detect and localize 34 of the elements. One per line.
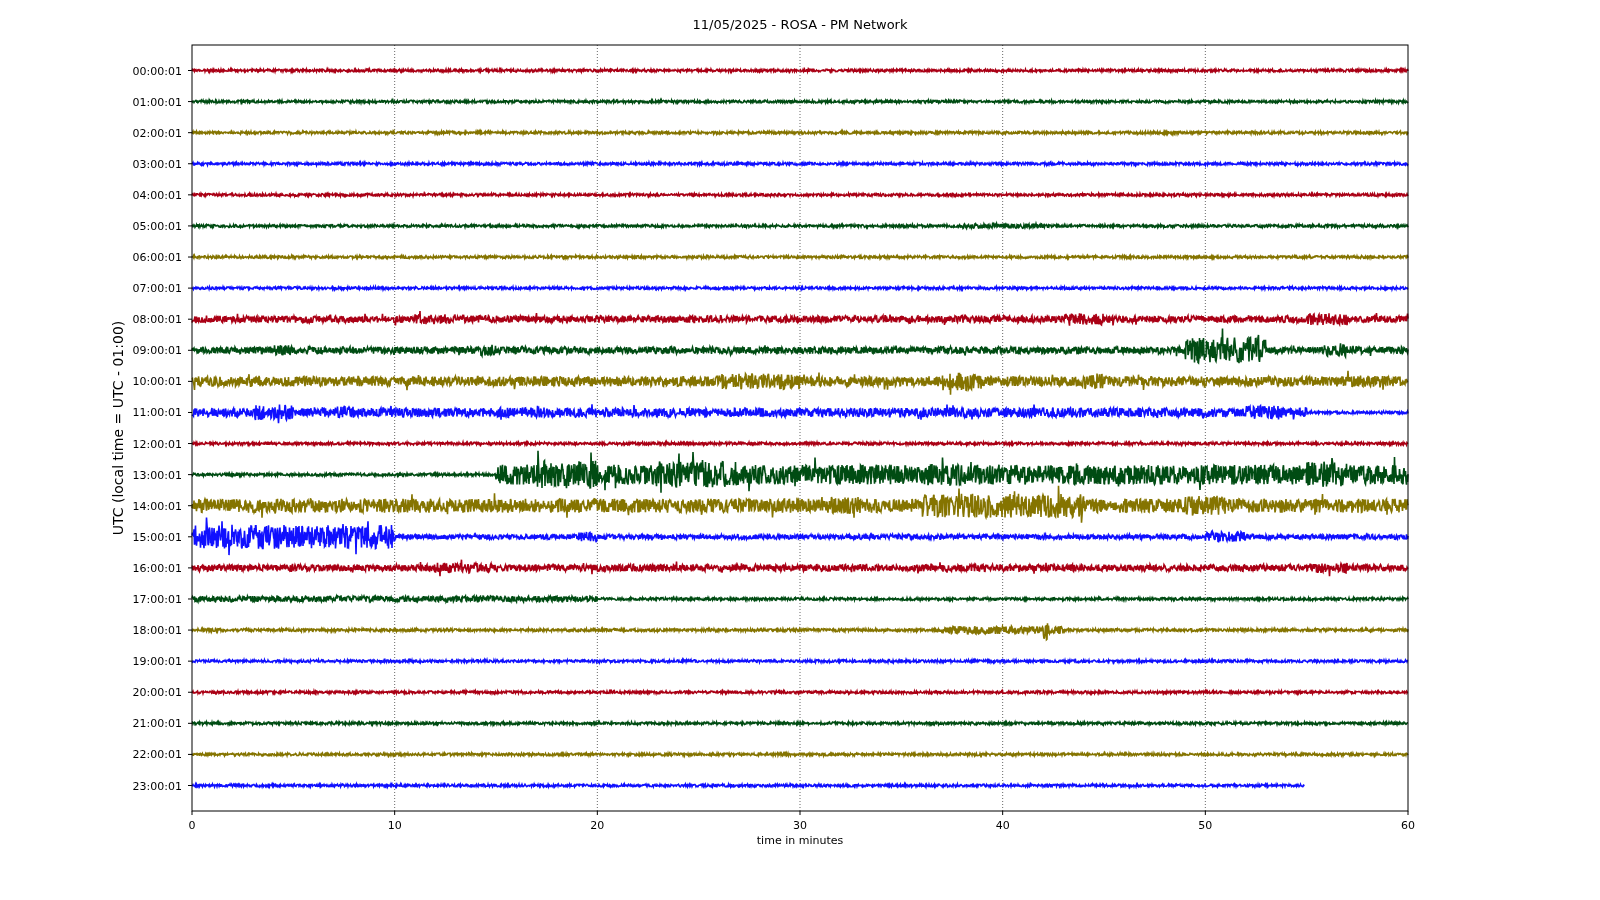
x-tick-label: 20 — [590, 819, 605, 832]
trace-time-label: 14:00:01 — [132, 499, 182, 513]
trace-time-label: 05:00:01 — [132, 219, 182, 233]
trace-time-label: 17:00:01 — [132, 593, 182, 606]
x-tick-label: 30 — [793, 819, 807, 832]
trace-time-label: 12:00:01 — [132, 437, 182, 451]
trace-time-label: 07:00:01 — [132, 282, 182, 296]
trace-time-label: 21:00:01 — [132, 717, 182, 731]
x-tick-label: 50 — [1198, 819, 1213, 832]
x-tick-label: 40 — [995, 819, 1010, 832]
trace-time-label: 18:00:01 — [132, 624, 182, 638]
trace-time-label: 16:00:01 — [132, 561, 182, 575]
trace-time-label: 02:00:01 — [132, 126, 182, 140]
chart-title: 11/05/2025 - ROSA - PM Network — [692, 17, 908, 32]
trace-time-label: 23:00:01 — [132, 779, 182, 793]
trace-time-label: 06:00:01 — [132, 251, 182, 264]
trace-time-label: 04:00:01 — [132, 188, 182, 202]
trace-time-label: 03:00:01 — [132, 157, 182, 171]
trace-time-label: 00:00:01 — [132, 64, 182, 78]
trace-time-label: 08:00:01 — [132, 313, 182, 327]
trace-time-label: 15:00:01 — [132, 530, 182, 544]
x-tick-label: 0 — [188, 819, 196, 832]
trace-time-label: 22:00:01 — [132, 748, 182, 762]
trace-time-label: 09:00:01 — [132, 344, 182, 358]
y-axis-title: UTC (local time = UTC - 01:00) — [110, 320, 126, 536]
trace-time-label: 20:00:01 — [132, 686, 182, 700]
trace-time-label: 11:00:01 — [132, 406, 182, 420]
x-axis-title: time in minutes — [756, 834, 844, 847]
x-tick-label: 10 — [387, 819, 402, 832]
trace-time-label: 10:00:01 — [132, 375, 182, 389]
trace-time-label: 13:00:01 — [132, 468, 182, 482]
trace-time-label: 19:00:01 — [132, 655, 182, 669]
x-tick-label: 60 — [1401, 819, 1415, 832]
trace-time-label: 01:00:01 — [132, 95, 182, 109]
